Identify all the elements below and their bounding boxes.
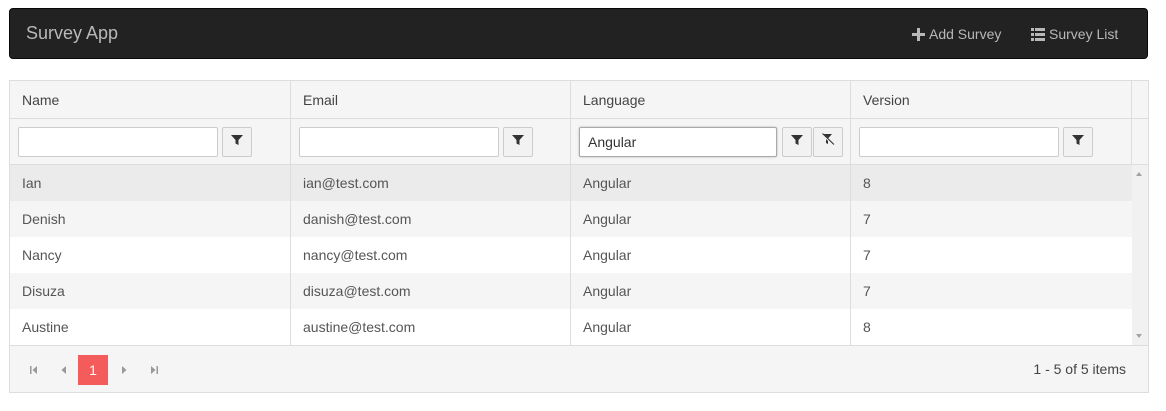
grid-body: Ian ian@test.com Angular 8 Denish danish… (10, 165, 1132, 345)
version-filter-button[interactable] (1063, 127, 1093, 157)
column-header-name[interactable]: Name (22, 92, 59, 108)
column-version: Version (851, 81, 1132, 164)
name-filter-button[interactable] (222, 127, 252, 157)
cell-language[interactable]: Angular (571, 309, 851, 345)
email-filter-button[interactable] (503, 127, 533, 157)
cell-email[interactable]: disuza@test.com (291, 273, 571, 309)
table-row[interactable]: Disuza disuza@test.com Angular 7 (10, 273, 1132, 309)
first-page-icon (30, 361, 38, 379)
previous-page-icon (61, 361, 67, 379)
list-icon (1031, 27, 1045, 41)
scroll-up-arrow-icon[interactable] (1136, 172, 1142, 176)
clear-filter-icon (821, 133, 835, 151)
cell-language[interactable]: Angular (571, 165, 851, 201)
scrollbar-header-spacer (1132, 81, 1148, 164)
column-email: Email (291, 81, 571, 164)
cell-version[interactable]: 7 (851, 237, 1132, 273)
cell-version[interactable]: 8 (851, 309, 1132, 345)
cell-version[interactable]: 7 (851, 201, 1132, 237)
cell-name[interactable]: Nancy (10, 237, 291, 273)
previous-page-button[interactable] (52, 358, 76, 382)
cell-language[interactable]: Angular (571, 273, 851, 309)
cell-name[interactable]: Denish (10, 201, 291, 237)
first-page-button[interactable] (22, 358, 46, 382)
column-header-email[interactable]: Email (303, 92, 338, 108)
filter-icon (791, 133, 803, 151)
pager-info: 1 - 5 of 5 items (1033, 361, 1126, 377)
filter-icon (1072, 133, 1084, 151)
version-filter-input[interactable] (859, 127, 1059, 157)
grid-header: Name Email Language Angular Version (10, 81, 1148, 165)
column-header-version[interactable]: Version (863, 92, 910, 108)
vertical-scrollbar[interactable] (1132, 165, 1148, 345)
column-language: Language (571, 81, 851, 164)
cell-email[interactable]: nancy@test.com (291, 237, 571, 273)
last-page-icon (150, 361, 158, 379)
survey-grid: Name Email Language Angular Version Ian … (9, 80, 1149, 393)
add-survey-label: Add Survey (929, 26, 1002, 42)
cell-name[interactable]: Disuza (10, 273, 291, 309)
last-page-button[interactable] (142, 358, 166, 382)
navbar: Survey App Add Survey Survey List (9, 8, 1148, 59)
name-filter-input[interactable] (18, 127, 218, 157)
column-header-language[interactable]: Language (583, 92, 645, 108)
cell-language[interactable]: Angular (571, 237, 851, 273)
table-row[interactable]: Denish danish@test.com Angular 7 (10, 201, 1132, 237)
cell-version[interactable]: 7 (851, 273, 1132, 309)
filter-icon (512, 133, 524, 151)
column-name: Name (10, 81, 291, 164)
cell-language[interactable]: Angular (571, 201, 851, 237)
survey-list-label: Survey List (1049, 26, 1119, 42)
page-number-button[interactable]: 1 (78, 355, 108, 385)
cell-name[interactable]: Austine (10, 309, 291, 345)
plus-icon (911, 27, 925, 41)
language-filter-button[interactable] (782, 127, 812, 157)
filter-icon (231, 133, 243, 151)
table-row[interactable]: Ian ian@test.com Angular 8 (10, 165, 1132, 201)
cell-email[interactable]: ian@test.com (291, 165, 571, 201)
email-filter-input[interactable] (299, 127, 499, 157)
add-survey-link[interactable]: Add Survey (911, 26, 1001, 42)
scroll-down-arrow-icon[interactable] (1136, 334, 1142, 338)
table-row[interactable]: Nancy nancy@test.com Angular 7 (10, 237, 1132, 273)
next-page-icon (121, 361, 127, 379)
cell-email[interactable]: danish@test.com (291, 201, 571, 237)
table-row[interactable]: Austine austine@test.com Angular 8 (10, 309, 1132, 345)
app-brand[interactable]: Survey App (26, 23, 118, 44)
language-clear-filter-button[interactable] (813, 127, 843, 157)
next-page-button[interactable] (112, 358, 136, 382)
survey-list-link[interactable]: Survey List (1031, 26, 1118, 42)
cell-name[interactable]: Ian (10, 165, 291, 201)
cell-email[interactable]: austine@test.com (291, 309, 571, 345)
grid-pager: 1 1 - 5 of 5 items (10, 345, 1148, 392)
cell-version[interactable]: 8 (851, 165, 1132, 201)
language-filter-input[interactable] (579, 127, 777, 157)
